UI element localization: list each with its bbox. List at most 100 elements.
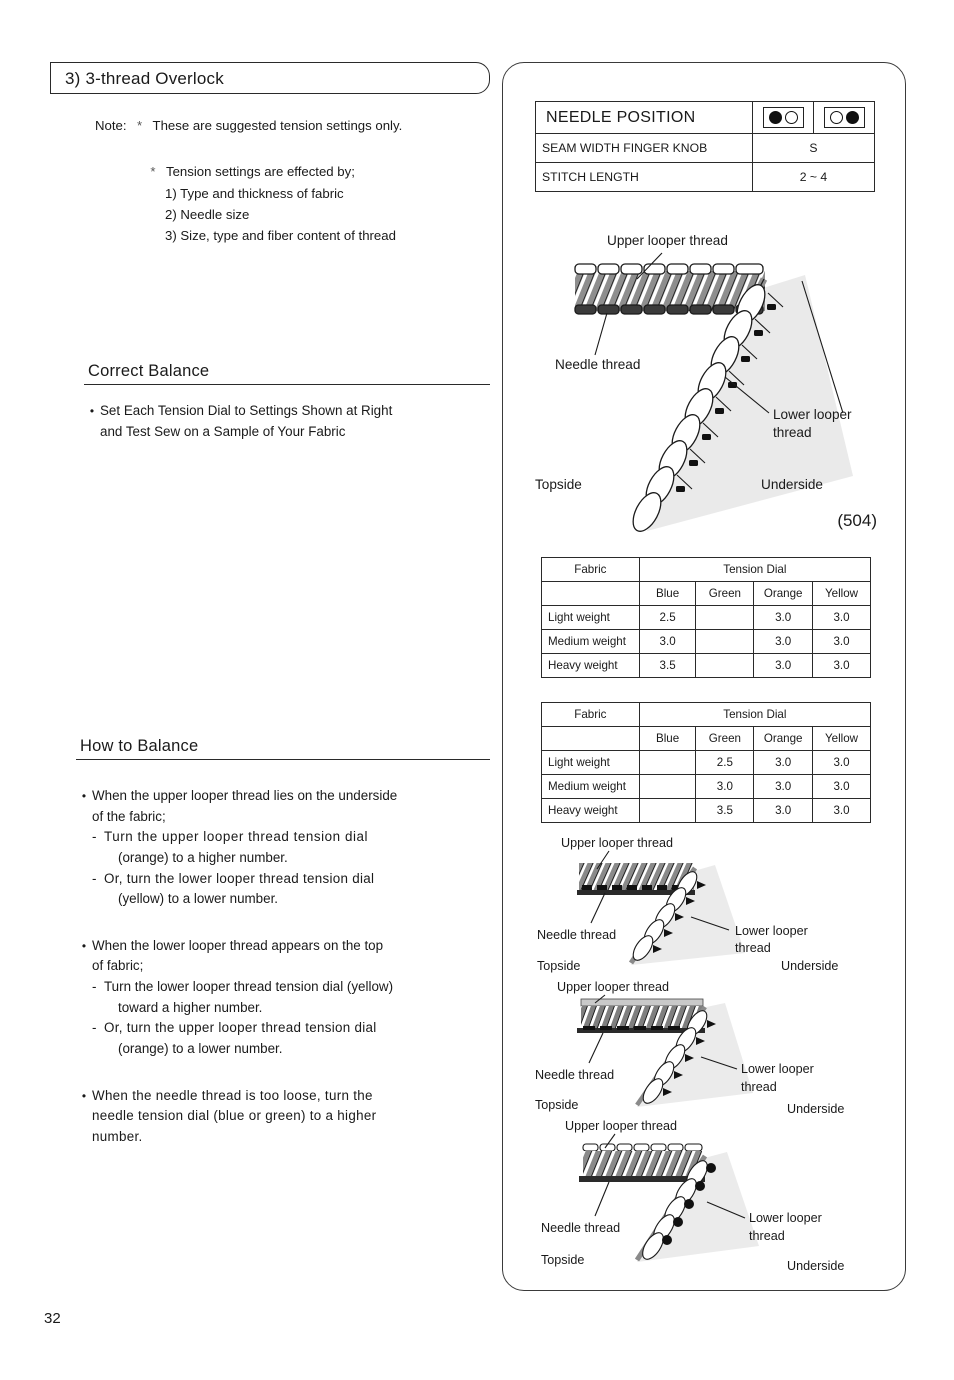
needle-position-row: NEEDLE POSITION (535, 101, 875, 134)
underside-label: Underside (761, 477, 823, 492)
dash-icon: - (92, 979, 97, 995)
how-to-balance-heading: How to Balance (76, 737, 490, 760)
lower-looper-label-line1: Lower looper (773, 407, 852, 422)
column-green: Green (695, 581, 755, 606)
stitch-length-row: STITCH LENGTH 2 ~ 4 (535, 162, 875, 192)
settings-table: NEEDLE POSITION SEAM WIDTH FINGER KNOB S… (535, 101, 875, 192)
cell-green (695, 629, 755, 654)
needle-position-option-left[interactable] (752, 101, 814, 134)
bullet-item: • When the lower looper thread appears o… (76, 936, 490, 1060)
cell-green: 3.0 (695, 774, 755, 799)
column-blue: Blue (638, 581, 697, 606)
note-first-text: These are suggested tension settings onl… (152, 118, 403, 133)
cell-green: 3.5 (695, 798, 755, 823)
topside-label: Topside (535, 1098, 578, 1112)
sub-bullet-line: Or, turn the upper looper thread tension… (104, 1020, 377, 1036)
note-second-block: * Tension settings are effected by; 1) T… (95, 162, 490, 246)
cell-yellow: 3.0 (812, 774, 871, 799)
cell-orange: 3.0 (753, 798, 813, 823)
cell-orange: 3.0 (753, 653, 813, 678)
cell-blue (638, 798, 697, 823)
sub-bullet-line: (orange) to a lower number. (118, 1041, 283, 1057)
sub-bullet-line: (yellow) to a lower number. (118, 891, 279, 907)
cell-green: 2.5 (695, 750, 755, 775)
needle-thread-label: Needle thread (541, 1221, 620, 1235)
sub-bullet-item: - Turn the upper looper thread tension d… (92, 827, 490, 868)
bullet-item: • When the upper looper thread lies on t… (76, 786, 490, 910)
topside-label: Topside (537, 959, 580, 973)
bullet-line: needle tension dial (blue or green) to a… (92, 1108, 377, 1124)
upper-looper-label: Upper looper thread (565, 1119, 677, 1133)
dash-icon: - (92, 870, 97, 886)
note-second-row: * Tension settings are effected by; (147, 162, 490, 182)
small-stitch-diagram-2: Upper looper thread Needle thread Lower … (519, 980, 893, 1119)
correct-balance-bullets: • Set Each Tension Dial to Settings Show… (84, 401, 490, 442)
note-label: Note: (95, 118, 127, 133)
bullet-dot-icon: • (81, 1088, 87, 1103)
table-row: Heavy weight 3.5 3.0 3.0 (541, 798, 871, 823)
fabric-header: Fabric (541, 702, 640, 727)
upper-looper-label: Upper looper thread (557, 980, 669, 994)
table-row: Medium weight 3.0 3.0 3.0 (541, 629, 871, 654)
lower-looper-label-line1: Lower looper (741, 1062, 814, 1076)
cell-green (695, 605, 755, 630)
page-number: 32 (44, 1310, 61, 1327)
section-title: 3) 3-thread Overlock (50, 62, 490, 94)
lower-looper-label-line2: thread (749, 1229, 785, 1243)
cell-yellow: 3.0 (812, 605, 871, 630)
sub-bullet-item: - Or, turn the upper looper thread tensi… (92, 1018, 490, 1059)
bullet-line: Set Each Tension Dial to Settings Shown … (100, 403, 393, 418)
table-header-row: Fabric Tension Dial (541, 702, 872, 727)
note-star-icon-2: * (150, 164, 156, 180)
seam-width-row: SEAM WIDTH FINGER KNOB S (535, 133, 875, 163)
sub-bullet-line: toward a higher number. (118, 999, 263, 1015)
table-column-row: Blue Green Orange Yellow (541, 726, 871, 751)
correct-balance-section: Correct Balance • Set Each Tension Dial … (84, 362, 490, 442)
column-green: Green (695, 726, 755, 751)
cell-orange: 3.0 (753, 629, 813, 654)
note-second-text: Tension settings are effected by; (166, 164, 355, 180)
table-row: Heavy weight 3.5 3.0 3.0 (541, 653, 871, 678)
underside-label: Underside (781, 959, 838, 973)
table-column-row: Blue Green Orange Yellow (541, 581, 871, 606)
sub-bullet-item: - Turn the lower looper thread tension d… (92, 977, 490, 1018)
right-panel: NEEDLE POSITION SEAM WIDTH FINGER KNOB S… (502, 62, 906, 1291)
small-stitch-diagram-1: Upper looper thread Needle thread Lower … (519, 835, 893, 980)
lower-looper-label-line1: Lower looper (749, 1211, 822, 1225)
needle-position-label: NEEDLE POSITION (535, 101, 753, 134)
note-item-list: 1) Type and thickness of fabric 2) Needl… (147, 184, 490, 247)
filled-dot-icon (768, 111, 782, 124)
sub-bullet-text: Or, turn the upper looper thread tension… (104, 1018, 490, 1059)
tension-dial-header: Tension Dial (638, 702, 872, 727)
seam-width-label: SEAM WIDTH FINGER KNOB (535, 133, 753, 163)
note-block: Note: * These are suggested tension sett… (50, 116, 490, 246)
bullet-line: When the lower looper thread appears on … (92, 937, 384, 953)
bullet-dot-icon: • (89, 404, 95, 418)
upper-looper-label: Upper looper thread (561, 836, 673, 850)
bullet-item: • When the needle thread is too loose, t… (76, 1086, 490, 1148)
stitch-length-label: STITCH LENGTH (535, 162, 753, 192)
needle-thread-label: Needle thread (535, 1068, 614, 1082)
cell-yellow: 3.0 (812, 798, 871, 823)
topside-label: Topside (535, 477, 582, 492)
bullet-line: and Test Sew on a Sample of Your Fabric (100, 423, 346, 439)
sub-bullet-line: (orange) to a higher number. (118, 849, 288, 865)
tension-table-2: Fabric Tension Dial Blue Green Orange Ye… (541, 702, 872, 823)
needle-position-option-right[interactable] (813, 101, 875, 134)
bullet-dot-icon: • (81, 938, 87, 953)
main-stitch-diagram: Upper looper thread Needle thread Lower … (517, 231, 893, 551)
needle-left-hollow-right-filled-icon (823, 107, 865, 128)
needle-thread-label: Needle thread (537, 928, 616, 942)
table-row: Light weight 2.5 3.0 3.0 (541, 750, 871, 775)
sub-bullet-text: Turn the lower looper thread tension dia… (104, 977, 490, 1018)
cell-orange: 3.0 (753, 605, 813, 630)
cell-blue (638, 774, 697, 799)
cell-blue: 3.5 (638, 653, 697, 678)
cell-orange: 3.0 (753, 774, 813, 799)
dash-icon: - (92, 829, 97, 845)
blank-cell (541, 581, 640, 606)
bullet-text: When the upper looper thread lies on the… (92, 786, 490, 910)
note-first-row: Note: * These are suggested tension sett… (95, 116, 490, 136)
cell-blue (638, 750, 697, 775)
